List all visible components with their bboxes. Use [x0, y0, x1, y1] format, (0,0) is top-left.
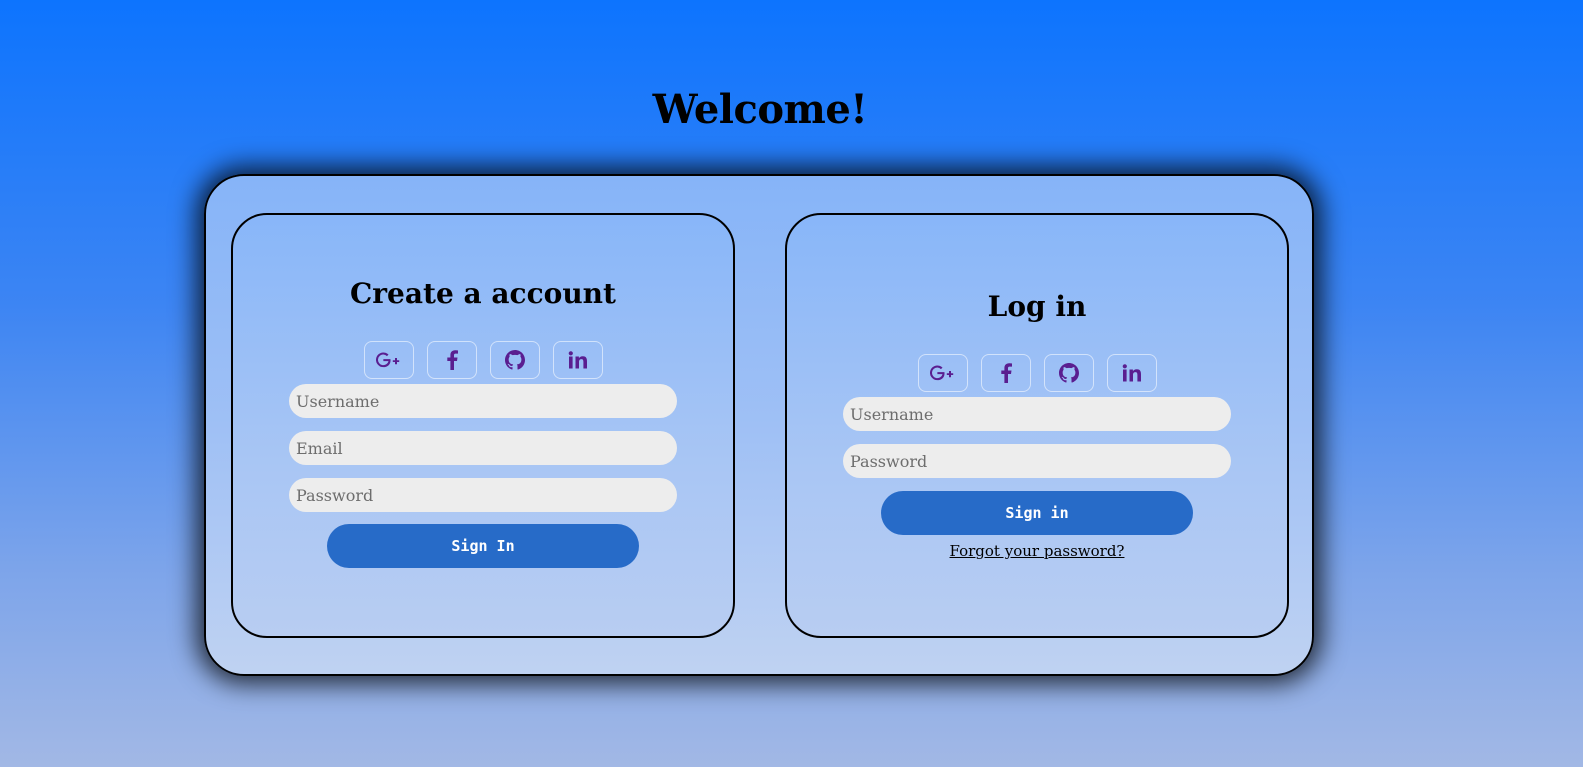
signup-password-input[interactable]	[289, 478, 677, 512]
auth-card: Create a account Username Email Sign In …	[204, 174, 1314, 676]
linkedin-icon	[1122, 364, 1142, 382]
signup-social-row	[233, 341, 733, 379]
signup-linkedin-button[interactable]	[552, 341, 603, 379]
google-plus-icon	[375, 352, 402, 368]
signup-email-input[interactable]	[289, 431, 677, 465]
forgot-password-link[interactable]: Forgot your password?	[787, 542, 1287, 560]
login-linkedin-button[interactable]	[1106, 354, 1157, 392]
page-title: Welcome!	[652, 86, 868, 133]
login-facebook-button[interactable]	[980, 354, 1031, 392]
github-icon	[504, 350, 525, 370]
signup-github-button[interactable]	[489, 341, 540, 379]
signup-google-button[interactable]	[363, 341, 414, 379]
login-github-button[interactable]	[1043, 354, 1094, 392]
login-social-row	[787, 354, 1287, 392]
signup-title: Create a account	[350, 277, 616, 310]
linkedin-icon	[568, 351, 588, 369]
google-plus-icon	[929, 365, 956, 381]
login-submit-button[interactable]: Sign in	[881, 491, 1193, 535]
login-username-input[interactable]	[843, 397, 1231, 431]
login-google-button[interactable]	[917, 354, 968, 392]
signup-panel: Create a account Username Email Sign In	[231, 213, 735, 638]
facebook-icon	[446, 350, 458, 370]
signup-submit-button[interactable]: Sign In	[327, 524, 639, 568]
github-icon	[1058, 363, 1079, 383]
facebook-icon	[1000, 363, 1012, 383]
login-panel: Log in Username Sign in Forgot your pass…	[785, 213, 1289, 638]
signup-facebook-button[interactable]	[426, 341, 477, 379]
signup-username-input[interactable]	[289, 384, 677, 418]
login-title: Log in	[987, 290, 1087, 323]
login-password-input[interactable]	[843, 444, 1231, 478]
